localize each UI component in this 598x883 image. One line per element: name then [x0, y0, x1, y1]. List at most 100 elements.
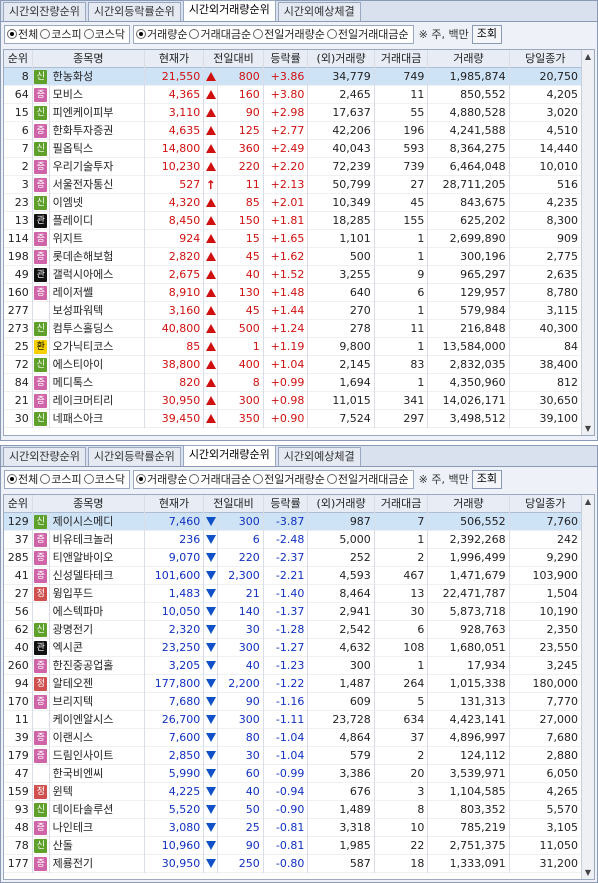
tab-3[interactable]: 시간외예상체결: [277, 2, 361, 21]
radio-circle-icon[interactable]: [253, 474, 264, 484]
sort-radio-0[interactable]: 거래량순: [136, 26, 187, 42]
stock-name[interactable]: 메디톡스: [50, 373, 145, 392]
market-radio-2[interactable]: 코스닥: [83, 26, 125, 42]
column-header[interactable]: 등락률: [264, 495, 309, 513]
tab-2[interactable]: 시간외거래량순위: [182, 0, 276, 21]
stock-name[interactable]: 위지트: [50, 229, 145, 248]
table-row[interactable]: 273 신 컴투스홀딩스 40,800 500 +1.24 278 11 216,848 40,3…: [4, 319, 581, 338]
radio-circle-icon[interactable]: [40, 474, 51, 484]
stock-name[interactable]: 알테오젠: [50, 674, 145, 693]
tab-0[interactable]: 시간외잔량순위: [3, 2, 86, 21]
radio-circle-icon[interactable]: [326, 474, 337, 484]
column-header[interactable]: 거래량: [428, 495, 510, 513]
scroll-down-icon[interactable]: ▼: [582, 866, 594, 879]
table-row[interactable]: 72 신 에스티아이 38,800 400 +1.04 2,145 83 2,832,035 38…: [4, 355, 581, 374]
stock-name[interactable]: 브리지텍: [50, 692, 145, 711]
column-header[interactable]: 거래대금: [375, 495, 429, 513]
stock-name[interactable]: 플레이디: [50, 211, 145, 230]
stock-name[interactable]: 레이저쎌: [50, 283, 145, 302]
column-header[interactable]: (외)거래량: [308, 495, 375, 513]
stock-name[interactable]: 제이시스메디: [50, 512, 145, 531]
table-row[interactable]: 198 증 롯데손해보험 2,820 45 +1.62 500 1 300,196 2,775: [4, 247, 581, 266]
column-header[interactable]: 거래대금: [375, 50, 429, 68]
tab-1[interactable]: 시간외등락률순위: [87, 447, 181, 466]
table-row[interactable]: 27 정 윙입푸드 1,483 21 -1.40 8,464 13 22,471,787 1,50…: [4, 584, 581, 603]
stock-name[interactable]: 피엔케이피부: [50, 103, 145, 122]
column-header[interactable]: 종목명: [33, 50, 145, 68]
radio-circle-icon[interactable]: [83, 29, 94, 39]
sort-radio-2[interactable]: 전일거래량순: [253, 471, 325, 487]
table-row[interactable]: 78 신 산돌 10,960 90 -0.81 1,985 22 2,751,375 11,050: [4, 836, 581, 855]
stock-name[interactable]: 컴투스홀딩스: [50, 319, 145, 338]
market-radio-2[interactable]: 코스닥: [83, 471, 125, 487]
column-header[interactable]: 전일대비: [204, 495, 264, 513]
column-header[interactable]: 당일종가: [510, 50, 581, 68]
table-row[interactable]: 15 신 피엔케이피부 3,110 90 +2.98 17,637 55 4,880,528 3,…: [4, 103, 581, 122]
stock-name[interactable]: 케이엔알시스: [50, 710, 145, 729]
radio-circle-icon[interactable]: [7, 474, 17, 484]
table-row[interactable]: 3 증 서울전자통신 527 ↑ 11 +2.13 50,799 27 28,711,205 516: [4, 175, 581, 194]
table-row[interactable]: 41 증 신성델타테크 101,600 2,300 -2.21 4,593 467 1,471,…: [4, 566, 581, 585]
radio-circle-icon[interactable]: [326, 29, 337, 39]
table-row[interactable]: 13 관 플레이디 8,450 150 +1.81 18,285 155 625,202 8,30…: [4, 211, 581, 230]
table-row[interactable]: 7 신 필옵틱스 14,800 360 +2.49 40,043 593 8,364,275 14…: [4, 139, 581, 158]
radio-circle-icon[interactable]: [253, 29, 264, 39]
market-radio-0[interactable]: 전체: [7, 26, 38, 42]
column-header[interactable]: 순위: [4, 495, 33, 513]
table-row[interactable]: 170 증 브리지텍 7,680 90 -1.16 609 5 131,313 7,770: [4, 692, 581, 711]
stock-name[interactable]: 비유테크놀러: [50, 530, 145, 549]
stock-name[interactable]: 윈텍: [50, 782, 145, 801]
table-row[interactable]: 114 증 위지트 924 15 +1.65 1,101 1 2,699,890 909: [4, 229, 581, 248]
table-row[interactable]: 62 신 광명전기 2,320 30 -1.28 2,542 6 928,763 2,350: [4, 620, 581, 639]
radio-circle-icon[interactable]: [83, 474, 94, 484]
stock-name[interactable]: 서울전자통신: [50, 175, 145, 194]
table-row[interactable]: 49 관 갤럭시아에스 2,675 40 +1.52 3,255 9 965,297 2,635: [4, 265, 581, 284]
market-radio-1[interactable]: 코스피: [40, 26, 82, 42]
stock-name[interactable]: 제룡전기: [50, 854, 145, 873]
table-row[interactable]: 21 증 레이크머티리 30,950 300 +0.98 11,015 341 14,026,1…: [4, 391, 581, 410]
column-header[interactable]: 전일대비: [204, 50, 264, 68]
stock-name[interactable]: 오가닉티코스: [50, 337, 145, 356]
column-header[interactable]: 등락률: [264, 50, 309, 68]
vertical-scrollbar[interactable]: ▲ ▼: [581, 495, 594, 879]
stock-name[interactable]: 갤럭시아에스: [50, 265, 145, 284]
table-row[interactable]: 94 정 알테오젠 177,800 2,200 -1.22 1,487 264 1,015,33…: [4, 674, 581, 693]
radio-circle-icon[interactable]: [136, 474, 146, 484]
table-row[interactable]: 277 보성파워텍 3,160 45 +1.44 270 1 579,984 3,115: [4, 301, 581, 320]
table-row[interactable]: 84 증 메디톡스 820 8 +0.99 1,694 1 4,350,960 812: [4, 373, 581, 392]
table-row[interactable]: 2 증 우리기술투자 10,230 220 +2.20 72,239 739 6,464,048…: [4, 157, 581, 176]
tab-0[interactable]: 시간외잔량순위: [3, 447, 86, 466]
stock-name[interactable]: 드림인사이트: [50, 746, 145, 765]
tab-2[interactable]: 시간외거래량순위: [182, 445, 276, 466]
table-row[interactable]: 93 신 데이타솔루션 5,520 50 -0.90 1,489 8 803,352 5,570: [4, 800, 581, 819]
query-button[interactable]: 조회: [471, 24, 502, 44]
market-radio-0[interactable]: 전체: [7, 471, 38, 487]
stock-name[interactable]: 한농화성: [50, 67, 145, 86]
table-row[interactable]: 159 정 윈텍 4,225 40 -0.94 676 3 1,104,585 4,265: [4, 782, 581, 801]
stock-name[interactable]: 모비스: [50, 85, 145, 104]
sort-radio-1[interactable]: 거래대금순: [189, 471, 251, 487]
stock-name[interactable]: 필옵틱스: [50, 139, 145, 158]
table-row[interactable]: 56 에스텍파마 10,050 140 -1.37 2,941 30 5,873,718 10,…: [4, 602, 581, 621]
table-row[interactable]: 177 증 제룡전기 30,950 250 -0.80 587 18 1,333,091 31,2…: [4, 854, 581, 873]
query-button[interactable]: 조회: [471, 469, 502, 489]
stock-name[interactable]: 신성델타테크: [50, 566, 145, 585]
radio-circle-icon[interactable]: [40, 29, 51, 39]
stock-name[interactable]: 우리기술투자: [50, 157, 145, 176]
column-header[interactable]: 당일종가: [510, 495, 581, 513]
table-row[interactable]: 179 증 드림인사이트 2,850 30 -1.04 579 2 124,112 2,880: [4, 746, 581, 765]
stock-name[interactable]: 한국비엔씨: [50, 764, 145, 783]
table-row[interactable]: 260 증 한진중공업홀 3,205 40 -1.23 300 1 17,934 3,245: [4, 656, 581, 675]
radio-circle-icon[interactable]: [189, 474, 200, 484]
table-row[interactable]: 37 증 비유테크놀러 236 6 -2.48 5,000 1 2,392,268 242: [4, 530, 581, 549]
table-row[interactable]: 48 증 나인테크 3,080 25 -0.81 3,318 10 785,219 3,105: [4, 818, 581, 837]
radio-circle-icon[interactable]: [136, 29, 146, 39]
stock-name[interactable]: 산돌: [50, 836, 145, 855]
sort-radio-1[interactable]: 거래대금순: [189, 26, 251, 42]
stock-name[interactable]: 이랜시스: [50, 728, 145, 747]
vertical-scrollbar[interactable]: ▲ ▼: [581, 50, 594, 435]
stock-name[interactable]: 이엠넷: [50, 193, 145, 212]
table-row[interactable]: 129 신 제이시스메디 7,460 300 -3.87 987 7 506,552 7,760: [4, 512, 581, 531]
table-row[interactable]: 25 환 오가닉티코스 85 1 +1.19 9,800 1 13,584,000 84: [4, 337, 581, 356]
tab-1[interactable]: 시간외등락률순위: [87, 2, 181, 21]
